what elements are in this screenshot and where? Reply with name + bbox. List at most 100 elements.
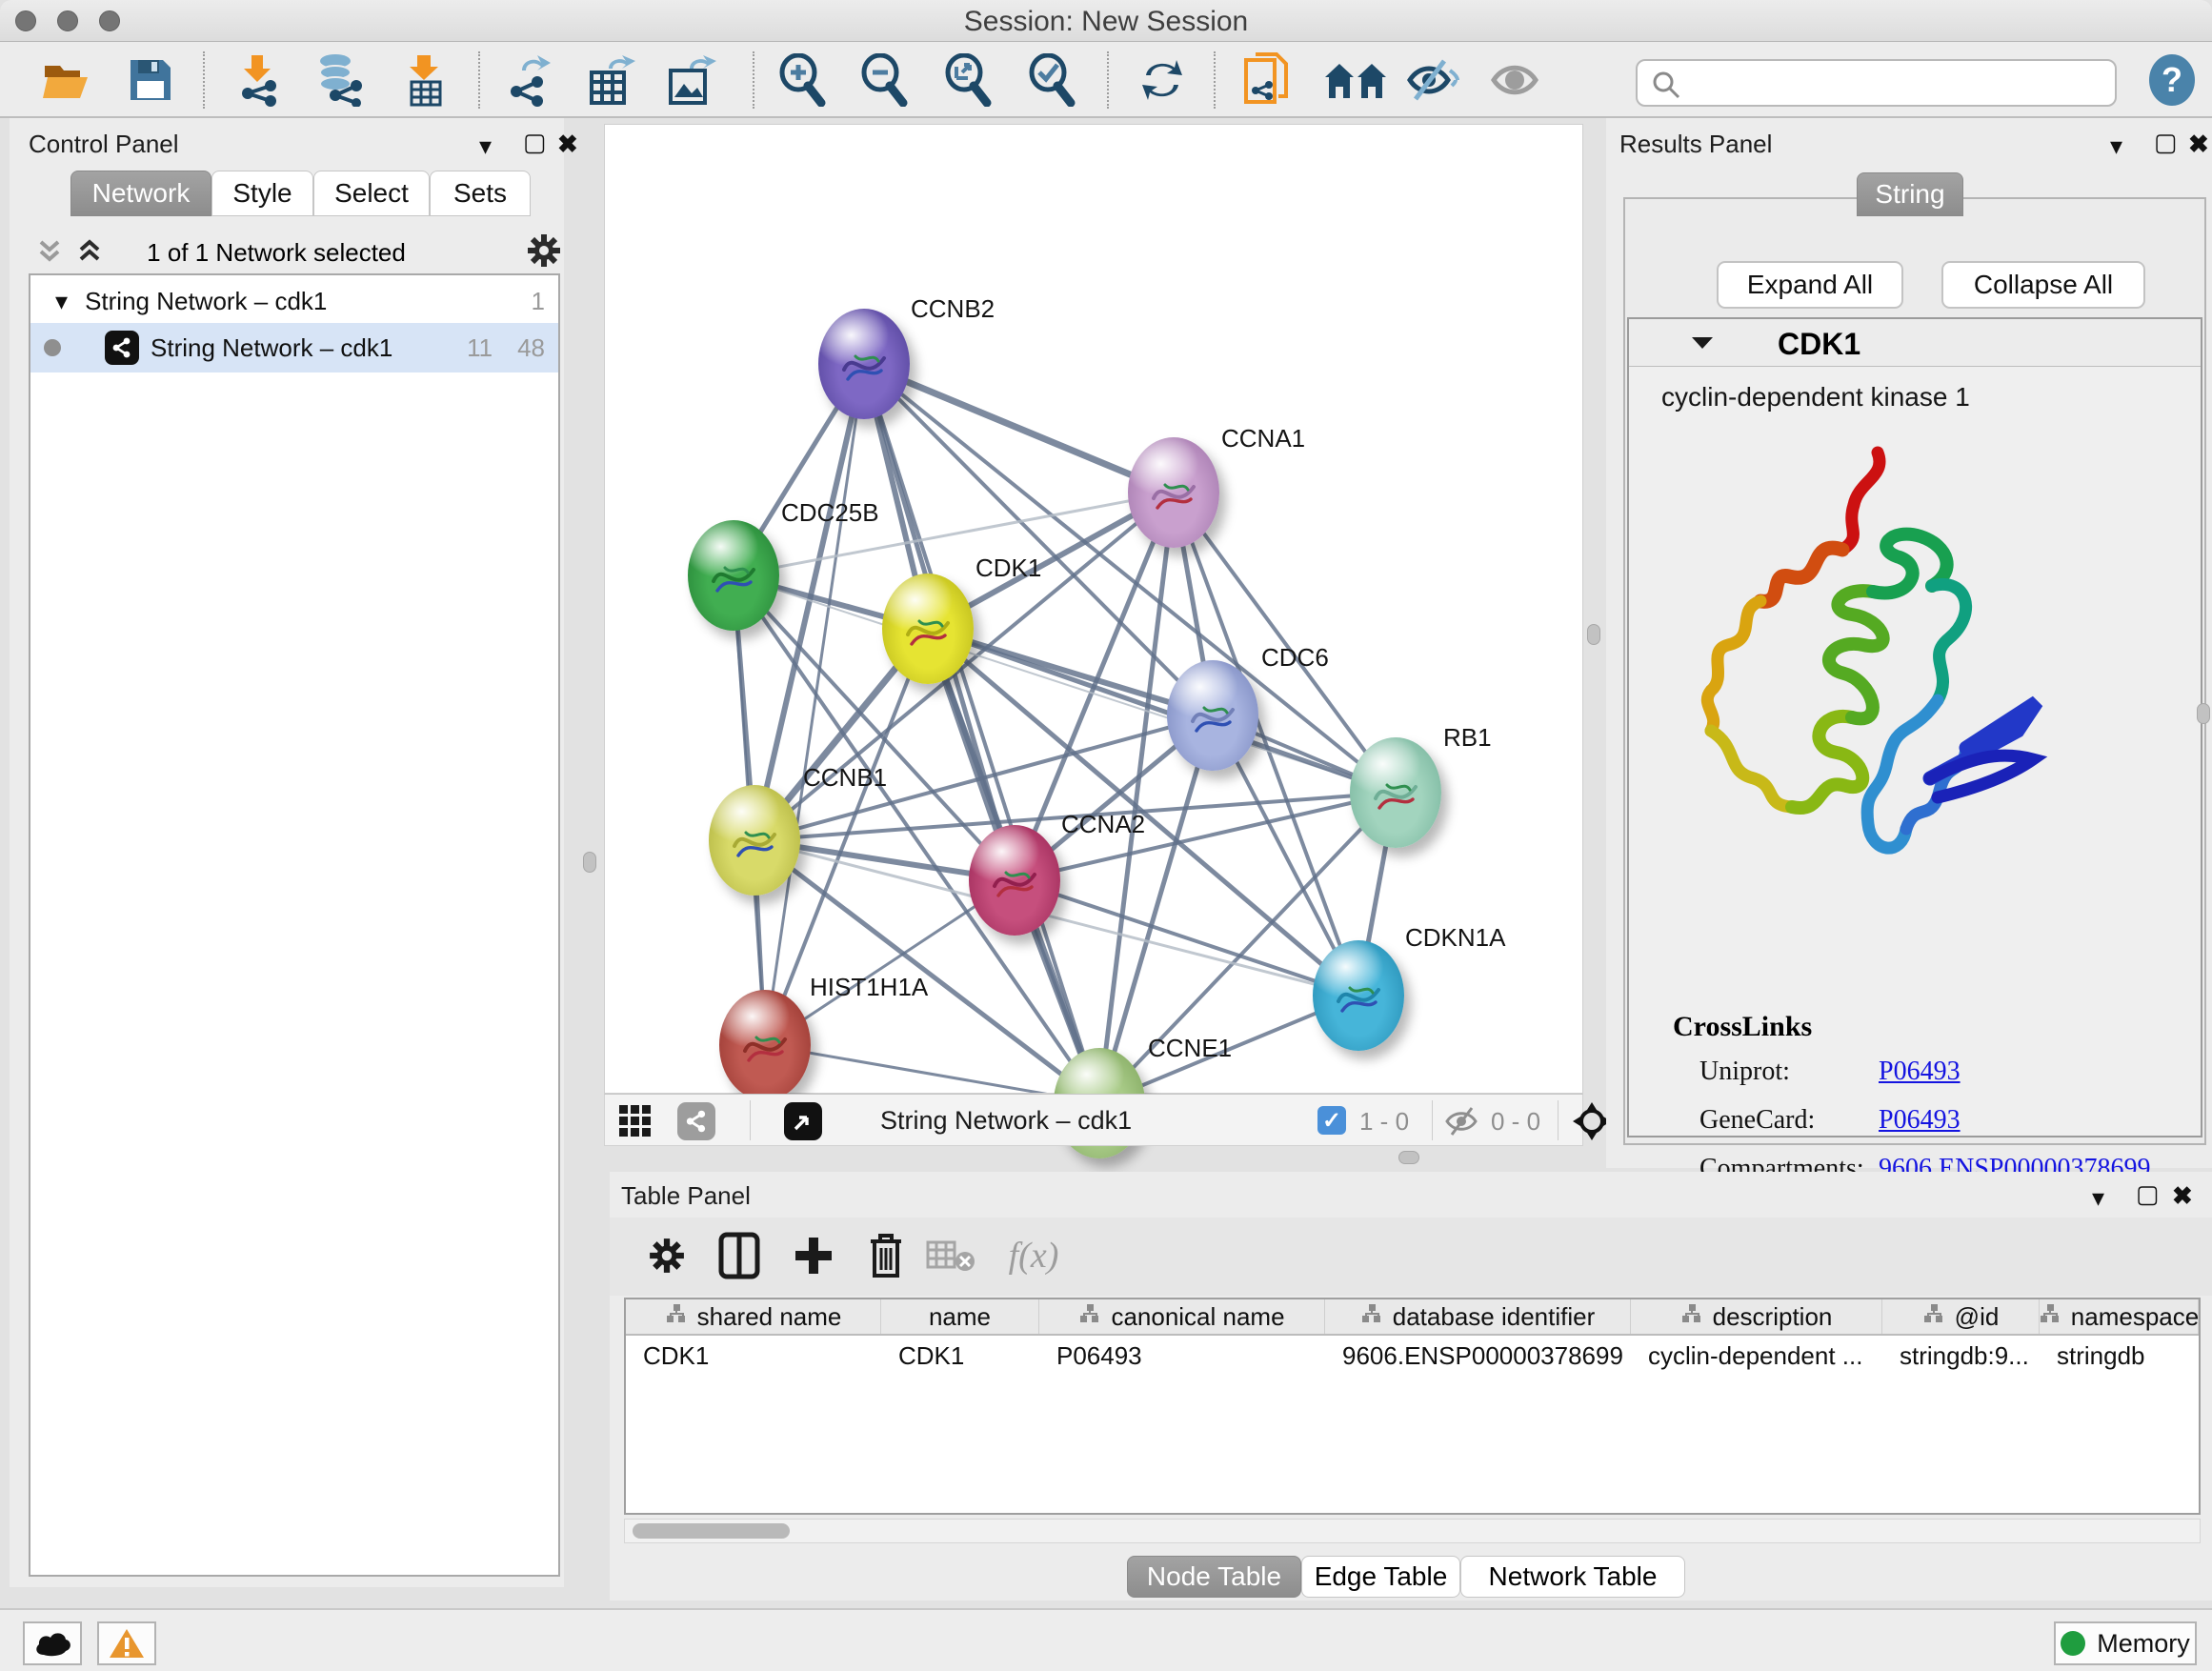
network-node-ccna2[interactable] <box>969 825 1060 936</box>
splitter-handle[interactable] <box>583 852 596 873</box>
export-table-button[interactable] <box>585 53 638 107</box>
tab-network-table[interactable]: Network Table <box>1460 1556 1685 1598</box>
network-node-ccnb2[interactable] <box>818 309 910 419</box>
crosslink-link[interactable]: P06493 <box>1879 1057 1961 1087</box>
delete-table-icon[interactable] <box>924 1229 977 1282</box>
network-node-cdc25b[interactable] <box>688 520 779 631</box>
column-header-shared-name[interactable]: shared name <box>626 1299 881 1334</box>
network-node-rb1[interactable] <box>1350 737 1441 848</box>
splitter-handle[interactable] <box>1398 1151 1419 1164</box>
undock-panel-icon[interactable]: ▢ <box>523 128 547 157</box>
gene-section-header[interactable]: CDK1 <box>1629 319 2201 367</box>
float-panel-icon[interactable]: ▾ <box>479 131 492 161</box>
string-network-icon <box>105 331 139 365</box>
column-header--id[interactable]: @id <box>1882 1299 2040 1334</box>
column-header-namespace[interactable]: namespace <box>2040 1299 2199 1334</box>
first-neighbors-button[interactable] <box>1322 53 1389 107</box>
column-header-description[interactable]: description <box>1631 1299 1882 1334</box>
section-expander-icon[interactable] <box>1690 334 1715 356</box>
hidden-eye-slash-icon <box>1445 1106 1481 1141</box>
tab-edge-table[interactable]: Edge Table <box>1301 1556 1460 1598</box>
table-horizontal-scrollbar[interactable] <box>624 1519 2201 1543</box>
crosslink-link[interactable]: P06493 <box>1879 1105 1961 1136</box>
tab-style[interactable]: Style <box>211 171 313 216</box>
import-table-button[interactable] <box>398 53 452 107</box>
table-cell[interactable]: 9606.ENSP00000378699 <box>1342 1341 1629 1371</box>
warning-status-button[interactable] <box>97 1621 156 1665</box>
tab-node-table[interactable]: Node Table <box>1127 1556 1301 1598</box>
table-cell[interactable]: CDK1 <box>898 1341 1037 1371</box>
network-row-selected[interactable]: String Network – cdk1 11 48 <box>30 323 558 372</box>
expand-all-button[interactable]: Expand All <box>1717 261 1903 309</box>
table-options-gear-icon[interactable] <box>640 1229 694 1282</box>
collection-expander-icon[interactable]: ▾ <box>55 287 68 316</box>
protein-structure-image <box>1682 424 2063 957</box>
network-node-cdc6[interactable] <box>1167 660 1258 771</box>
network-node-cdkn1a[interactable] <box>1313 940 1404 1051</box>
tab-string[interactable]: String <box>1857 172 1963 216</box>
close-panel-icon[interactable]: ✖ <box>557 130 578 159</box>
hidden-count: 0 - 0 <box>1491 1107 1540 1137</box>
table-cell[interactable]: cyclin-dependent ... <box>1648 1341 1880 1371</box>
collapse-all-networks-icon[interactable] <box>76 236 103 270</box>
close-panel-icon[interactable]: ✖ <box>2172 1181 2193 1211</box>
network-collection-row[interactable]: ▾ String Network – cdk1 1 <box>30 279 558 323</box>
network-node-ccnb1[interactable] <box>709 785 800 896</box>
export-network-button[interactable] <box>503 53 556 107</box>
scrollbar-thumb[interactable] <box>633 1523 790 1539</box>
float-panel-icon[interactable]: ▾ <box>2110 131 2122 161</box>
float-panel-icon[interactable]: ▾ <box>2092 1183 2104 1213</box>
network-node-hist1h1a[interactable] <box>719 990 811 1100</box>
table-import-icon <box>404 53 446 107</box>
table-cell[interactable]: P06493 <box>1056 1341 1323 1371</box>
search-input[interactable] <box>1636 59 2117 107</box>
new-network-from-selection-button[interactable] <box>1240 53 1294 107</box>
splitter-handle[interactable] <box>1587 624 1600 645</box>
selected-checkbox-icon[interactable]: ✓ <box>1317 1106 1346 1135</box>
undock-panel-icon[interactable]: ▢ <box>2154 128 2178 157</box>
column-header-name[interactable]: name <box>881 1299 1039 1334</box>
column-header-database-identifier[interactable]: database identifier <box>1325 1299 1631 1334</box>
import-network-button[interactable] <box>231 53 284 107</box>
save-session-button[interactable] <box>124 53 177 107</box>
tab-select[interactable]: Select <box>313 171 430 216</box>
splitter-handle[interactable] <box>2197 703 2210 724</box>
column-header-canonical-name[interactable]: canonical name <box>1039 1299 1325 1334</box>
create-column-icon[interactable] <box>713 1229 766 1282</box>
refresh-button[interactable] <box>1136 53 1189 107</box>
network-canvas[interactable]: CCNB2CCNA1CDC25BCDK1CDC6RB1CCNB1CCNA2CDK… <box>604 124 1583 1094</box>
function-builder-icon[interactable]: f(x) <box>991 1229 1076 1282</box>
cloud-status-button[interactable] <box>23 1621 82 1665</box>
zoom-fit-button[interactable] <box>941 53 995 107</box>
grid-view-icon[interactable] <box>618 1104 653 1143</box>
table-cell[interactable]: CDK1 <box>643 1341 879 1371</box>
string-view-icon[interactable] <box>677 1102 715 1140</box>
add-row-icon[interactable] <box>787 1229 840 1282</box>
close-panel-icon[interactable]: ✖ <box>2188 130 2209 159</box>
network-node-ccna1[interactable] <box>1128 437 1219 548</box>
show-all-button[interactable] <box>1488 53 1541 107</box>
import-network-from-database-button[interactable] <box>312 53 366 107</box>
hide-selected-button[interactable] <box>1406 53 1459 107</box>
tab-network[interactable]: Network <box>70 171 211 216</box>
delete-row-icon[interactable] <box>859 1229 913 1282</box>
undock-panel-icon[interactable]: ▢ <box>2136 1179 2160 1209</box>
expand-all-networks-icon[interactable] <box>36 236 63 270</box>
zoom-out-button[interactable] <box>857 53 911 107</box>
collapse-all-button[interactable]: Collapse All <box>1941 261 2145 309</box>
zoom-selected-button[interactable] <box>1025 53 1078 107</box>
network-options-gear-icon[interactable] <box>526 232 562 273</box>
svg-text:?: ? <box>2162 60 2182 99</box>
table-cell[interactable]: stringdb:9... <box>1900 1341 2038 1371</box>
zoom-fit-icon <box>943 53 993 107</box>
open-session-button[interactable] <box>40 53 93 107</box>
memory-button[interactable]: Memory <box>2054 1621 2197 1665</box>
table-cell[interactable]: stringdb <box>2057 1341 2197 1371</box>
network-node-cdk1[interactable] <box>882 574 974 684</box>
birds-eye-view-icon[interactable] <box>784 1102 822 1140</box>
tab-sets[interactable]: Sets <box>430 171 531 216</box>
node-count: 11 <box>467 333 493 363</box>
export-image-button[interactable] <box>665 53 718 107</box>
zoom-in-button[interactable] <box>775 53 829 107</box>
help-button[interactable]: ? <box>2145 53 2199 107</box>
